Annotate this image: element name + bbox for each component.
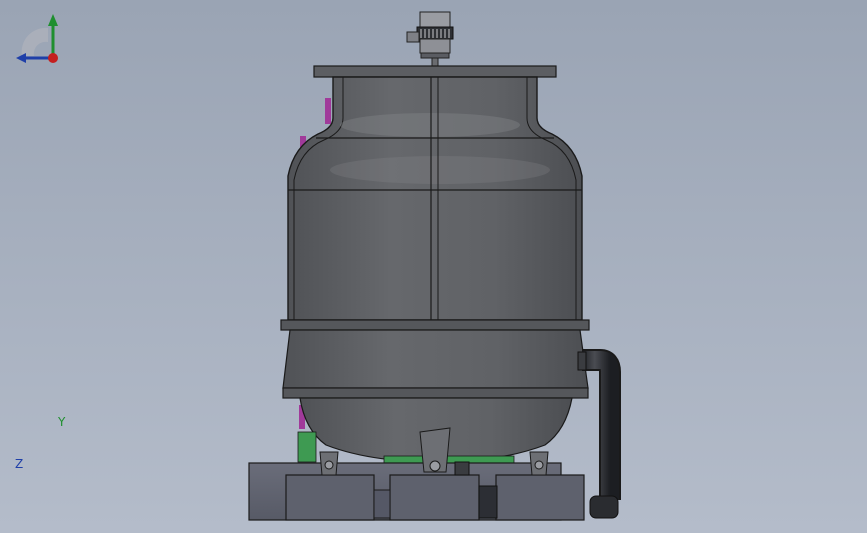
graphics-viewport[interactable]: Y Z: [0, 0, 867, 533]
z-axis-label: Z: [15, 457, 24, 471]
magenta-part: [325, 98, 331, 124]
highlight: [330, 156, 550, 184]
y-axis-label: Y: [58, 415, 66, 429]
drain-valve[interactable]: [454, 461, 470, 476]
triad-arc: [21, 27, 48, 56]
top-flange[interactable]: [313, 65, 557, 78]
lower-section[interactable]: [282, 329, 589, 389]
cooling-tower-model[interactable]: [0, 0, 867, 533]
fan-motor[interactable]: [406, 11, 454, 67]
green-part: [297, 431, 317, 463]
orientation-triad: [16, 14, 58, 63]
y-axis-arrowhead: [48, 14, 58, 26]
lower-band[interactable]: [282, 387, 589, 399]
z-axis-arrowhead: [16, 53, 26, 63]
highlight: [340, 113, 520, 137]
x-axis-dot: [48, 53, 58, 63]
middle-band[interactable]: [280, 319, 590, 331]
